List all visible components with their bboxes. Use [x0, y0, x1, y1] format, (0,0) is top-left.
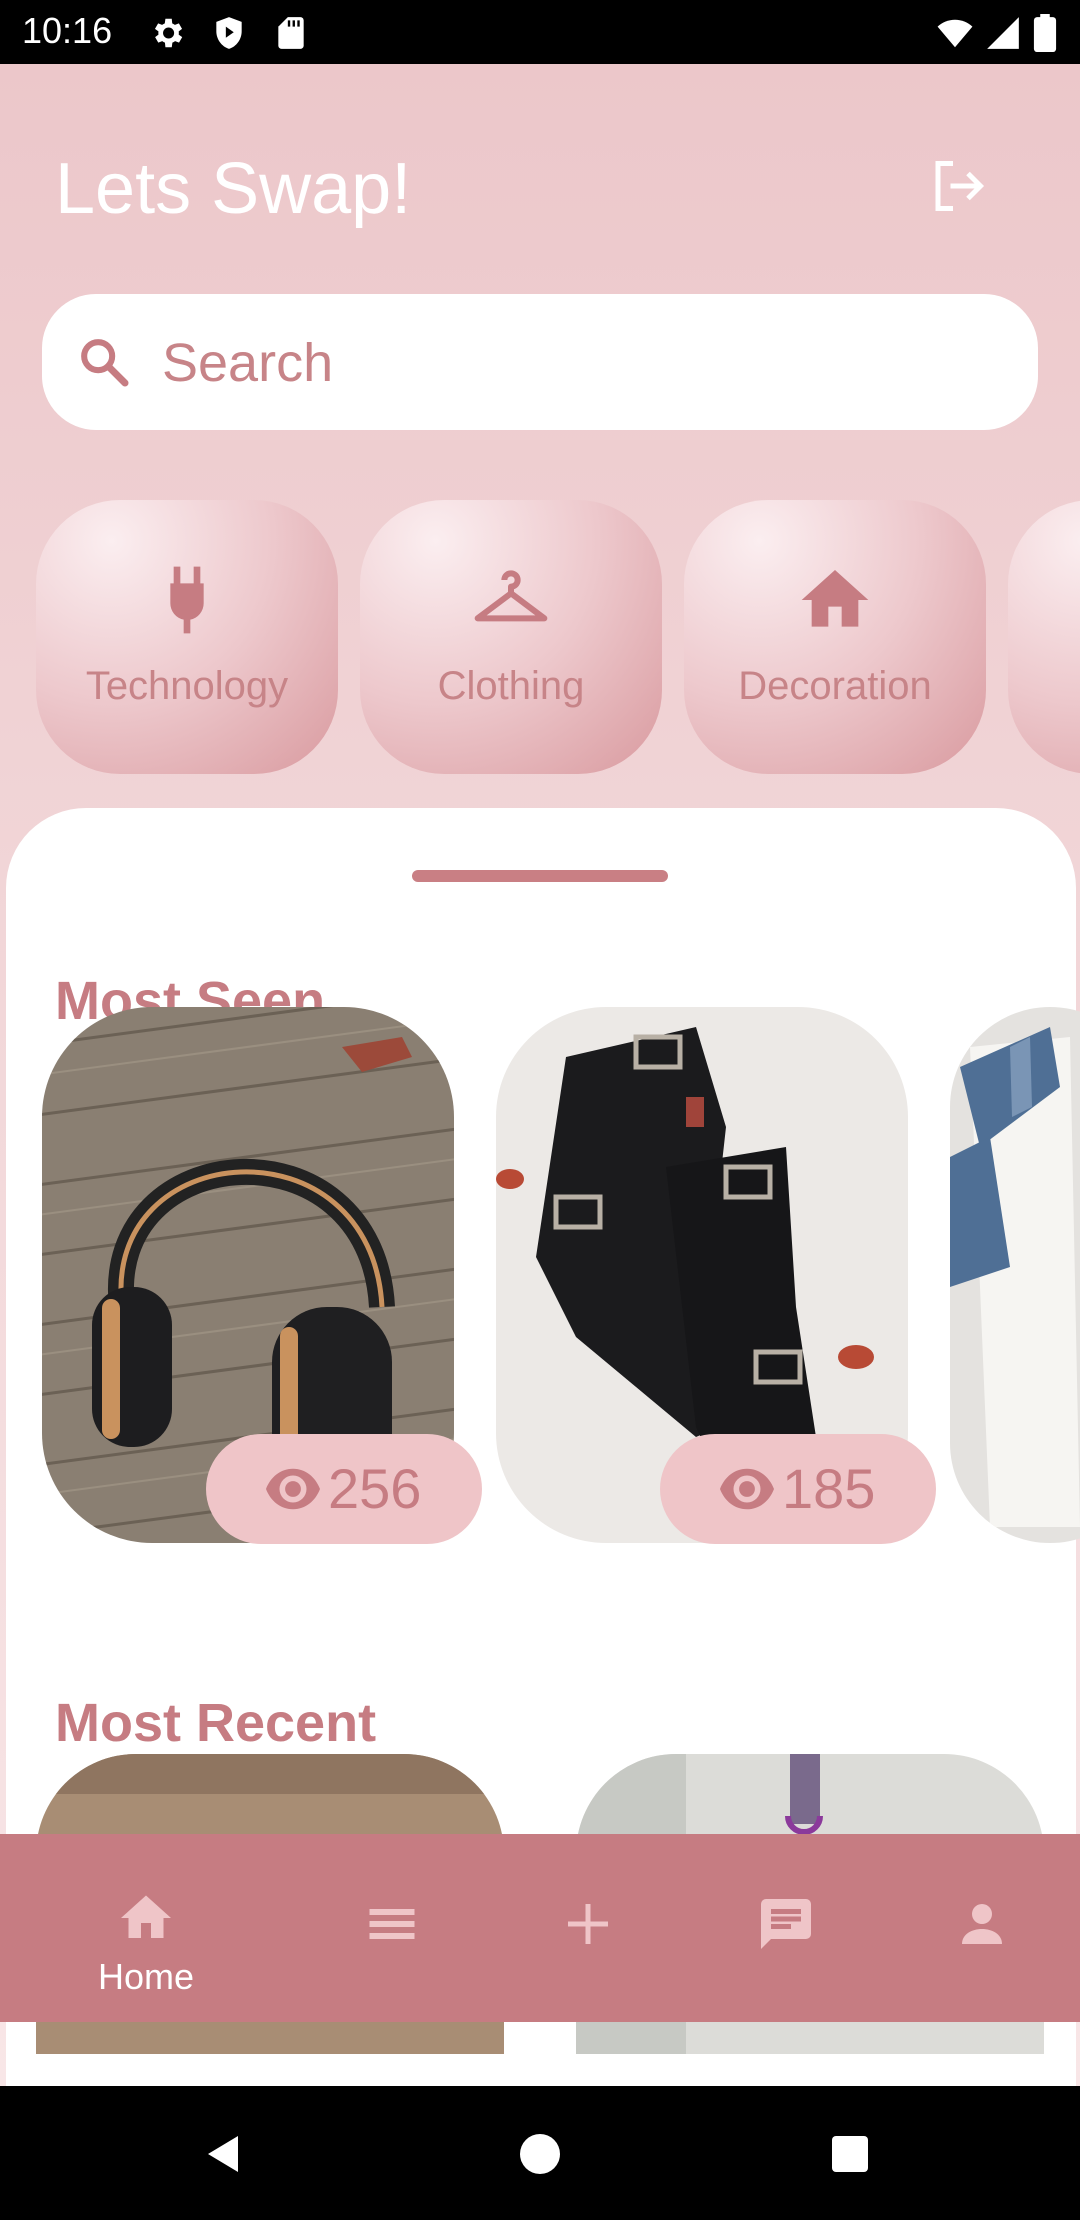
logout-icon[interactable] — [928, 156, 988, 216]
search-input[interactable] — [160, 324, 984, 402]
plug-icon — [170, 566, 204, 634]
plus-icon — [568, 1904, 608, 1944]
search-icon — [81, 339, 129, 387]
most-seen-card-tshirt[interactable] — [950, 1007, 1080, 1543]
recents-icon[interactable] — [826, 2130, 874, 2178]
nav-add[interactable] — [508, 1834, 668, 2022]
tshirt-photo — [950, 1007, 1080, 1543]
home-circle-icon[interactable] — [516, 2130, 564, 2178]
category-label: Technology — [85, 664, 289, 708]
status-time: 10:16 — [22, 10, 113, 51]
eye-icon — [720, 1468, 774, 1510]
most-recent-title: Most Recent — [55, 1693, 377, 1753]
settings-icon — [154, 18, 183, 48]
chat-icon — [761, 1899, 811, 1949]
views-badge: 256 — [206, 1434, 482, 1544]
person-icon — [962, 1904, 1002, 1944]
home-icon — [801, 570, 869, 627]
nav-chat[interactable] — [706, 1834, 866, 2022]
category-label: Decoration — [738, 664, 932, 708]
category-decoration[interactable]: Decoration — [684, 500, 986, 774]
search-bar[interactable] — [42, 294, 1038, 430]
category-label: Clothing — [437, 664, 585, 708]
bottom-navigation: Home — [0, 1834, 1080, 2022]
category-more[interactable] — [1008, 500, 1080, 774]
home-icon — [121, 1895, 171, 1938]
sheet-handle[interactable] — [412, 870, 668, 882]
category-clothing[interactable]: Clothing — [360, 500, 662, 774]
eye-icon — [266, 1468, 320, 1510]
category-row: Technology Clothing Decoration — [0, 500, 1080, 776]
category-technology[interactable]: Technology — [36, 500, 338, 774]
views-count: 185 — [782, 1457, 876, 1520]
sd-card-icon — [278, 17, 304, 49]
views-count: 256 — [328, 1457, 422, 1520]
nav-profile[interactable] — [902, 1834, 1062, 2022]
back-icon[interactable] — [200, 2130, 248, 2178]
nav-home[interactable]: Home — [66, 1834, 226, 2022]
shield-play-icon — [216, 17, 242, 49]
hanger-icon — [474, 570, 548, 622]
app-title: Lets Swap! — [55, 149, 412, 229]
battery-icon — [1033, 14, 1057, 52]
nav-list[interactable] — [312, 1834, 472, 2022]
menu-icon — [369, 1909, 415, 1939]
nav-home-label: Home — [97, 1956, 195, 1997]
wifi-icon — [937, 19, 973, 48]
system-navigation-bar — [0, 2086, 1080, 2220]
status-bar: 10:16 — [0, 0, 1080, 64]
views-badge: 185 — [660, 1434, 936, 1544]
phone-screen: 10:16 Lets Swap! Search Technology Cloth… — [0, 0, 1080, 2220]
signal-icon — [987, 17, 1019, 49]
